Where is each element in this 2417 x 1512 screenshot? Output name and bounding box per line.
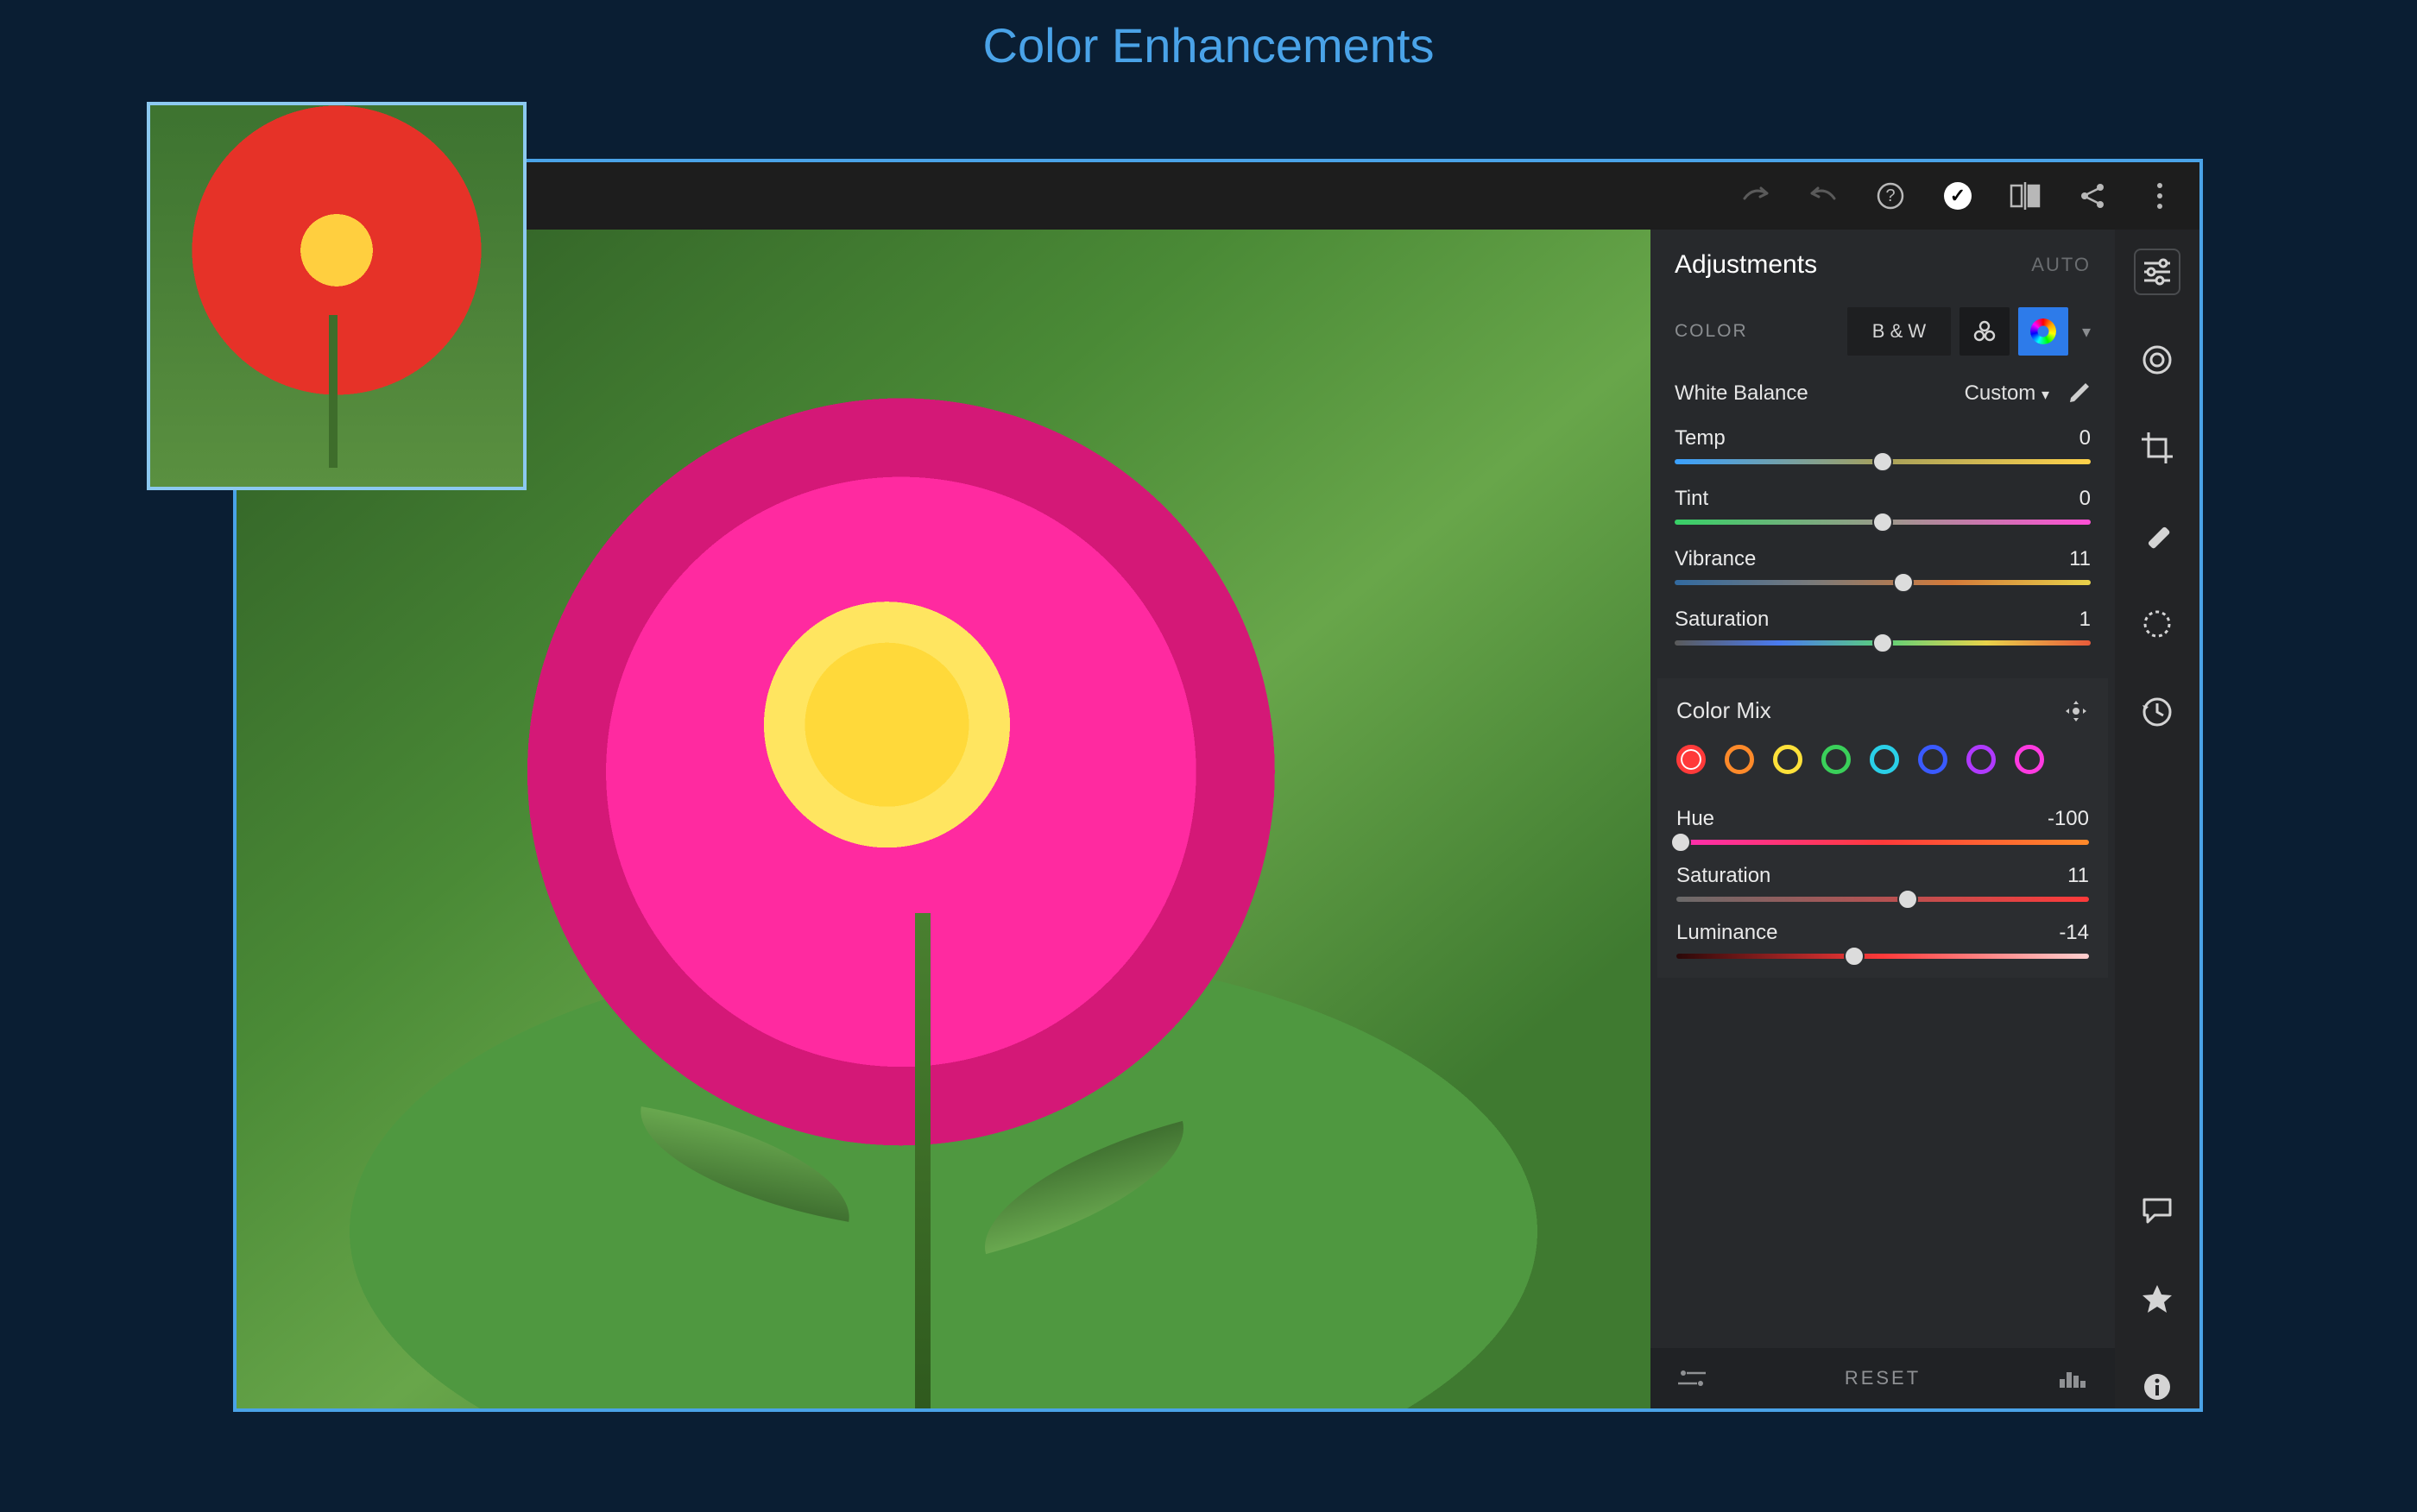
reset-button[interactable]: RESET bbox=[1845, 1367, 1921, 1389]
tool-rail bbox=[2115, 230, 2199, 1408]
luminance-slider[interactable]: Luminance-14 bbox=[1676, 917, 2089, 964]
adjust-tool-icon[interactable] bbox=[2136, 250, 2179, 293]
saturation-slider[interactable]: Saturation1 bbox=[1650, 602, 2115, 663]
color-swatch[interactable] bbox=[1773, 745, 1802, 774]
color-label: COLOR bbox=[1675, 321, 1748, 342]
radial-tool-icon[interactable] bbox=[2136, 602, 2179, 646]
white-balance-label: White Balance bbox=[1675, 381, 1808, 406]
color-swatch[interactable] bbox=[2015, 745, 2044, 774]
bw-tab[interactable]: B & W bbox=[1847, 307, 1951, 356]
panel-title: Adjustments bbox=[1675, 250, 1817, 280]
color-tabs: COLOR B & W ▾ bbox=[1650, 299, 2115, 376]
panel-footer: RESET bbox=[1650, 1348, 2115, 1408]
color-mix-title: Color Mix bbox=[1676, 697, 1771, 724]
help-icon[interactable]: ? bbox=[1873, 179, 1908, 213]
mixer-tab[interactable] bbox=[1959, 307, 2010, 356]
svg-text:?: ? bbox=[1885, 186, 1895, 205]
target-adjust-icon[interactable] bbox=[2063, 698, 2089, 724]
rating-icon[interactable] bbox=[2136, 1277, 2179, 1320]
undo-icon[interactable] bbox=[1806, 179, 1840, 213]
versions-tool-icon[interactable] bbox=[2136, 690, 2179, 734]
hue-slider[interactable]: Hue-100 bbox=[1676, 803, 2089, 860]
color-dropdown-caret-icon[interactable]: ▾ bbox=[2077, 321, 2096, 343]
color-swatch[interactable] bbox=[1918, 745, 1947, 774]
share-icon[interactable] bbox=[2075, 179, 2110, 213]
original-thumbnail bbox=[147, 102, 527, 490]
color-wheel-tab[interactable] bbox=[2018, 307, 2068, 356]
color-mix-section: Color Mix Hue-100 Saturation11 Luminance… bbox=[1657, 678, 2108, 978]
app-window: ? ✓ Adjustments AUTO COLOR B bbox=[233, 159, 2203, 1412]
redo-icon[interactable] bbox=[1739, 179, 1773, 213]
main-row: Adjustments AUTO COLOR B & W ▾ White Bal… bbox=[237, 230, 2199, 1408]
adjustments-panel: Adjustments AUTO COLOR B & W ▾ White Bal… bbox=[1650, 230, 2115, 1408]
compare-icon[interactable] bbox=[2008, 179, 2042, 213]
crop-tool-icon[interactable] bbox=[2136, 426, 2179, 469]
color-swatch[interactable] bbox=[1966, 745, 1996, 774]
optics-tool-icon[interactable] bbox=[2136, 338, 2179, 381]
color-swatch[interactable] bbox=[1676, 745, 1706, 774]
histogram-icon[interactable] bbox=[2058, 1367, 2089, 1389]
tint-slider[interactable]: Tint0 bbox=[1650, 482, 2115, 542]
color-swatch[interactable] bbox=[1870, 745, 1899, 774]
info-icon[interactable] bbox=[2136, 1365, 2179, 1408]
comments-icon[interactable] bbox=[2136, 1189, 2179, 1232]
mix-saturation-slider[interactable]: Saturation11 bbox=[1676, 860, 2089, 917]
wb-eyedropper-icon[interactable] bbox=[2067, 381, 2091, 406]
color-swatch[interactable] bbox=[1821, 745, 1851, 774]
color-swatch[interactable] bbox=[1725, 745, 1754, 774]
page-title: Color Enhancements bbox=[983, 17, 1435, 73]
white-balance-select[interactable]: Custom ▾ bbox=[1965, 381, 2049, 406]
healing-tool-icon[interactable] bbox=[2136, 514, 2179, 558]
more-icon[interactable] bbox=[2142, 179, 2177, 213]
temp-slider[interactable]: Temp0 bbox=[1650, 421, 2115, 482]
auto-button[interactable]: AUTO bbox=[2031, 254, 2091, 276]
top-toolbar: ? ✓ bbox=[237, 162, 2199, 230]
color-swatches bbox=[1676, 745, 2089, 774]
vibrance-slider[interactable]: Vibrance11 bbox=[1650, 542, 2115, 602]
presets-icon[interactable] bbox=[1676, 1366, 1707, 1390]
cloud-status-icon[interactable]: ✓ bbox=[1941, 179, 1975, 213]
